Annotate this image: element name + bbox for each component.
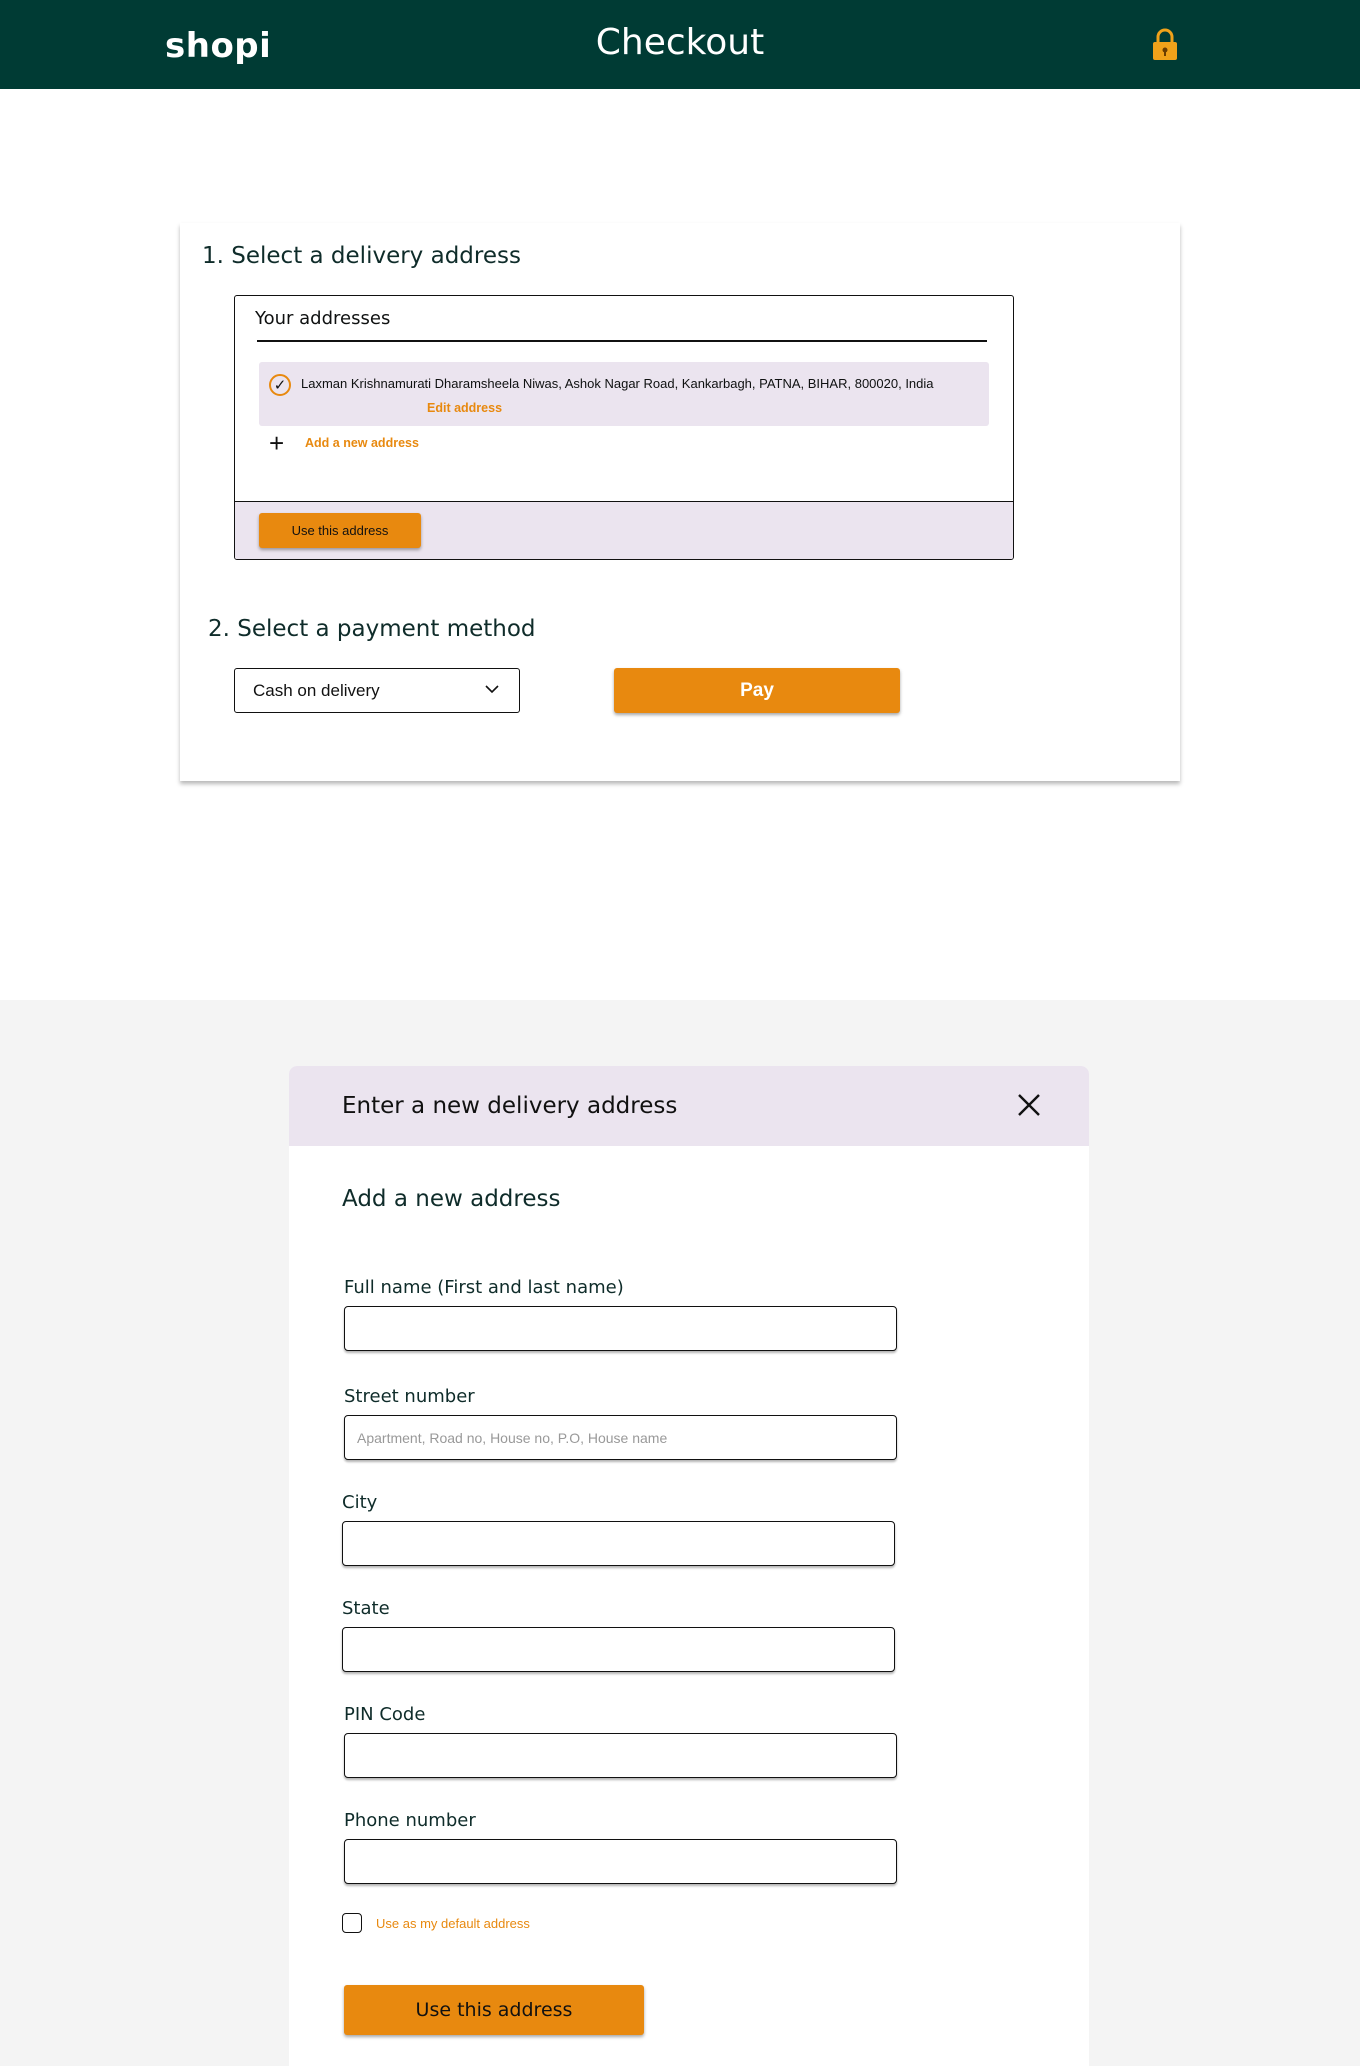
default-address-checkbox[interactable] xyxy=(342,1913,362,1933)
modal-title: Enter a new delivery address xyxy=(342,1093,678,1119)
lock-icon xyxy=(1153,28,1177,60)
payment-method-select[interactable]: Cash on delivery xyxy=(234,668,520,713)
payment-method-value: Cash on delivery xyxy=(253,681,380,700)
full-name-label: Full name (First and last name) xyxy=(344,1277,624,1298)
street-label: Street number xyxy=(344,1386,475,1407)
step2-heading: 2. Select a payment method xyxy=(208,616,536,642)
modal-header: Enter a new delivery address xyxy=(289,1066,1089,1146)
pay-button[interactable]: Pay xyxy=(614,668,900,713)
chevron-down-icon xyxy=(485,685,499,694)
state-input[interactable] xyxy=(342,1627,895,1672)
top-header: shopi Checkout xyxy=(0,0,1360,89)
plus-icon: + xyxy=(269,428,285,458)
default-address-row[interactable]: Use as my default address xyxy=(342,1913,530,1933)
city-input[interactable] xyxy=(342,1521,895,1566)
full-name-input[interactable] xyxy=(344,1306,897,1351)
address-box-footer: Use this address xyxy=(235,501,1013,559)
address-box: Your addresses ✓ Laxman Krishnamurati Dh… xyxy=(234,295,1014,560)
new-address-modal: Enter a new delivery address Add a new a… xyxy=(289,1066,1089,2066)
phone-label: Phone number xyxy=(344,1810,476,1831)
add-address-row[interactable]: + Add a new address xyxy=(269,430,419,456)
address-text: Laxman Krishnamurati Dharamsheela Niwas,… xyxy=(301,376,934,391)
pin-code-input[interactable] xyxy=(344,1733,897,1778)
city-label: City xyxy=(342,1492,378,1513)
checkout-card: 1. Select a delivery address Your addres… xyxy=(180,223,1180,781)
address-item-selected[interactable]: ✓ Laxman Krishnamurati Dharamsheela Niwa… xyxy=(259,362,989,426)
add-new-address-link[interactable]: Add a new address xyxy=(305,436,419,450)
state-label: State xyxy=(342,1598,390,1619)
check-circle-icon[interactable]: ✓ xyxy=(269,374,291,396)
edit-address-link[interactable]: Edit address xyxy=(427,401,502,415)
divider xyxy=(257,340,987,342)
step1-heading: 1. Select a delivery address xyxy=(202,243,521,269)
pin-code-label: PIN Code xyxy=(344,1704,426,1725)
submit-address-button[interactable]: Use this address xyxy=(344,1985,644,2035)
phone-input[interactable] xyxy=(344,1839,897,1884)
street-input[interactable] xyxy=(344,1415,897,1460)
modal-subtitle: Add a new address xyxy=(342,1186,561,1212)
addresses-heading: Your addresses xyxy=(255,308,391,329)
close-icon[interactable] xyxy=(1015,1091,1043,1119)
new-address-section: Enter a new delivery address Add a new a… xyxy=(0,1000,1360,2066)
use-this-address-button[interactable]: Use this address xyxy=(259,513,421,548)
default-address-label[interactable]: Use as my default address xyxy=(376,1916,530,1931)
